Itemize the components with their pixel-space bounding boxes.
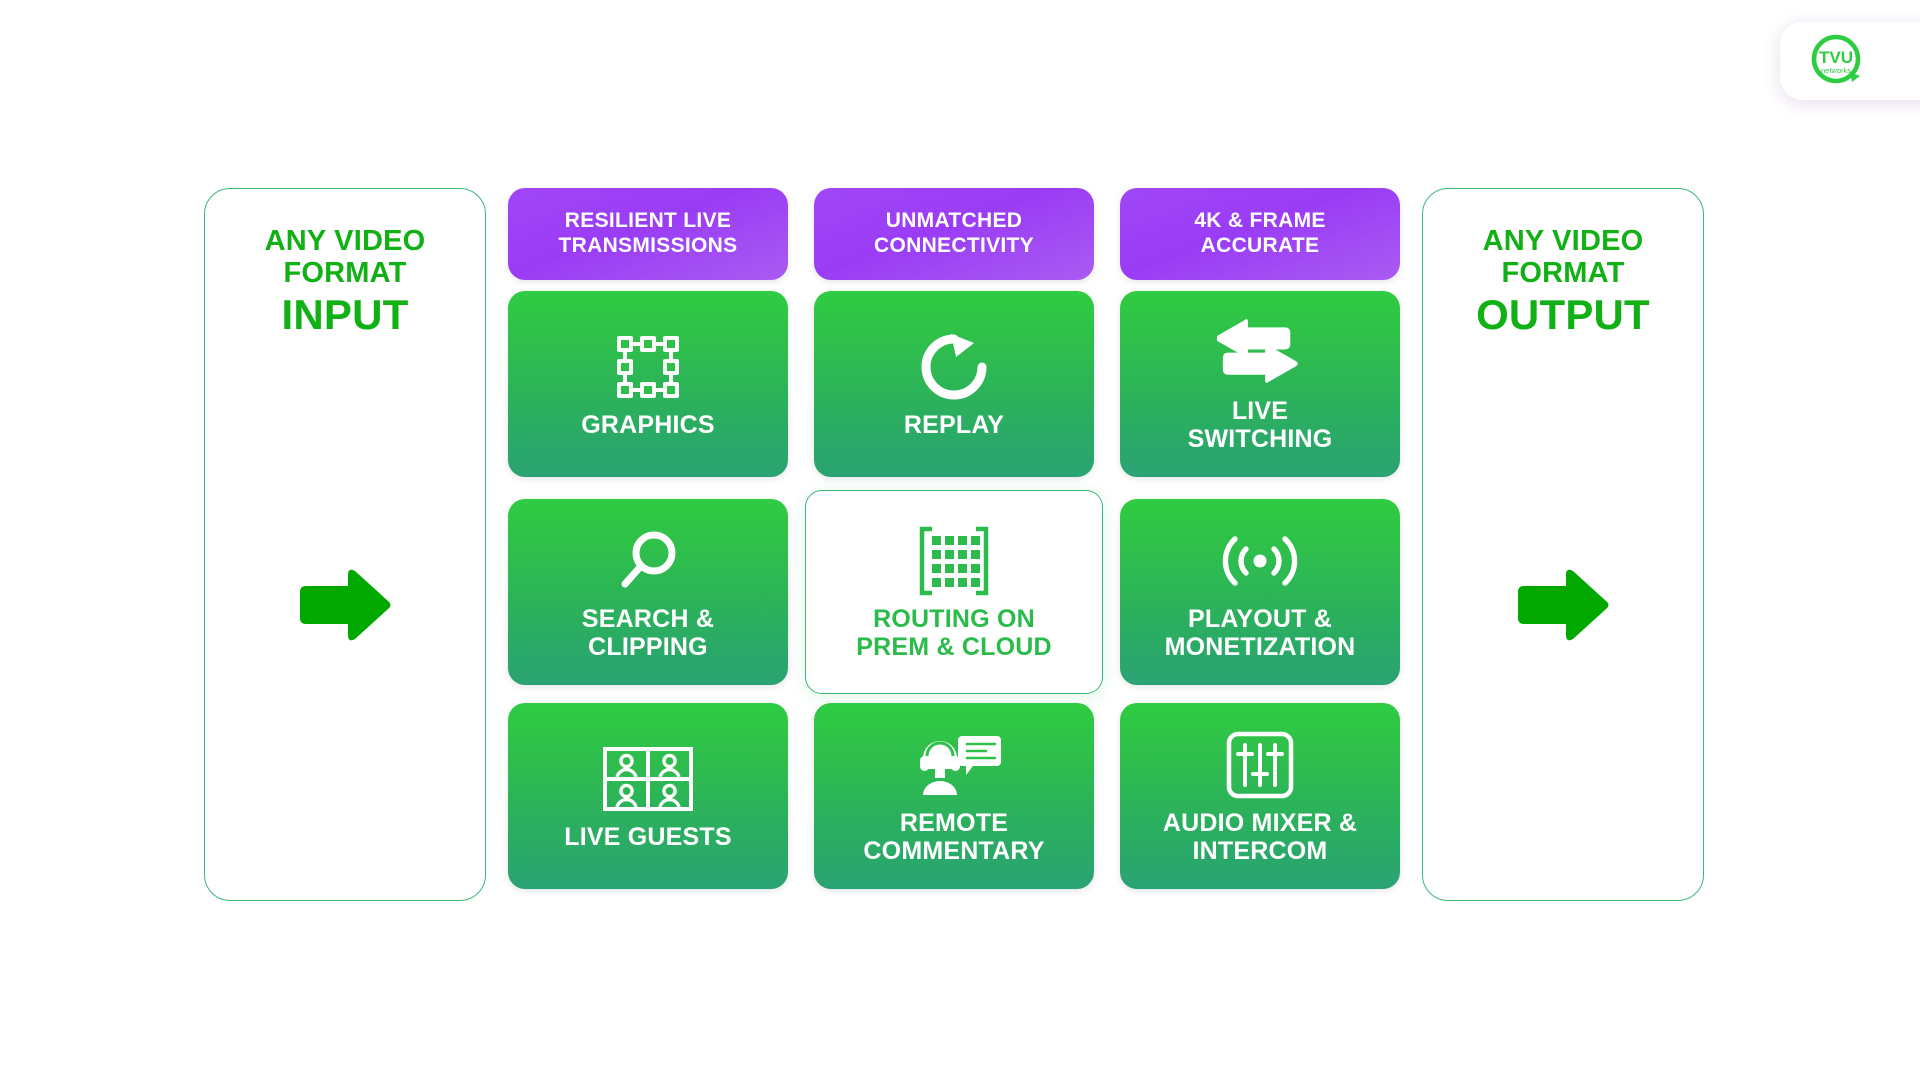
tile-graphics[interactable]: GRAPHICS [508,291,788,477]
workflow-diagram: ANY VIDEO FORMAT INPUT RESILIENT LIVE TR… [0,0,1920,1080]
tile-live-guests-label-line1: LIVE GUESTS [564,822,732,851]
category-header-2: UNMATCHED CONNECTIVITY [814,188,1094,280]
column-resilient-live-transmissions: RESILIENT LIVE TRANSMISSIONS GRAPHICS SE… [508,188,788,911]
tile-live-switching[interactable]: LIVE SWITCHING [1120,291,1400,477]
tile-live-switching-label: LIVE SWITCHING [1180,397,1341,454]
column-4k-and-frame-accurate: 4K & FRAME ACCURATE LIVE SWITCHING PLAYO… [1120,188,1400,911]
input-title-line1: ANY VIDEO [264,225,426,257]
tile-search-and-clipping[interactable]: SEARCH & CLIPPING [508,499,788,685]
tile-search-label-line2: CLIPPING [588,633,708,661]
tile-audio-mixer-label-line2: INTERCOM [1192,837,1328,865]
tile-routing-label-line2: PREM & CLOUD [856,633,1052,661]
tvu-networks-logo-icon: TVU networks [1808,32,1866,90]
tile-live-switching-label-line1: LIVE [1231,396,1289,425]
output-title-emphasis: OUTPUT [1476,290,1650,338]
tile-live-guests-label: LIVE GUESTS [556,823,740,852]
video-grid-icon [602,741,694,817]
category-header-1: RESILIENT LIVE TRANSMISSIONS [508,188,788,280]
category-header-1-line2: TRANSMISSIONS [558,234,738,257]
svg-text:networks: networks [1821,66,1851,75]
tile-routing-label: ROUTING ON PREM & CLOUD [848,605,1059,662]
input-arrow [205,566,485,644]
audio-faders-icon [1225,727,1295,803]
tile-live-guests[interactable]: LIVE GUESTS [508,703,788,889]
output-panel-title: ANY VIDEO FORMAT OUTPUT [1476,225,1650,337]
tile-graphics-label: GRAPHICS [573,411,723,440]
tile-search-label-line1: SEARCH & [581,604,715,633]
tile-remote-commentary-label: REMOTE COMMENTARY [855,809,1052,866]
tile-remote-label-line2: COMMENTARY [863,837,1045,865]
tile-replay-label-line1: REPLAY [903,410,1005,439]
column-unmatched-connectivity: UNMATCHED CONNECTIVITY REPLAY ROUTING ON… [805,188,1103,911]
input-title-line2: FORMAT [283,257,407,290]
selection-box-icon [612,329,684,405]
tile-live-switching-label-line2: SWITCHING [1187,425,1333,453]
output-title-line1: ANY VIDEO [1482,225,1644,257]
input-title-emphasis: INPUT [281,290,409,338]
category-header-2-line2: CONNECTIVITY [874,234,1034,257]
category-header-3: 4K & FRAME ACCURATE [1120,188,1400,280]
output-panel: ANY VIDEO FORMAT OUTPUT [1422,188,1704,901]
broadcast-signal-icon [1221,523,1299,599]
tile-playout-label-line1: PLAYOUT & [1188,604,1332,633]
headset-person-chat-icon [907,727,1001,803]
tile-remote-label-line1: REMOTE [899,808,1009,837]
replay-circle-arrow-icon [918,329,990,405]
tile-search-and-clipping-label: SEARCH & CLIPPING [574,605,722,662]
input-panel: ANY VIDEO FORMAT INPUT [204,188,486,901]
tile-replay-label: REPLAY [896,411,1012,440]
tile-playout-label-line2: MONETIZATION [1164,633,1356,661]
output-arrow [1423,566,1703,644]
tvu-logo-pill[interactable]: TVU networks [1780,22,1920,100]
tile-playout-and-monetization[interactable]: PLAYOUT & MONETIZATION [1120,499,1400,685]
magnifier-icon [613,523,683,599]
input-panel-title: ANY VIDEO FORMAT INPUT [265,225,426,337]
tile-replay[interactable]: REPLAY [814,291,1094,477]
arrow-right-icon [300,569,391,641]
tile-graphics-label-line1: GRAPHICS [581,410,715,439]
routing-matrix-icon [916,523,992,599]
tile-playout-label: PLAYOUT & MONETIZATION [1157,605,1364,662]
tile-routing-on-prem-and-cloud[interactable]: ROUTING ON PREM & CLOUD [805,490,1103,694]
category-header-2-line1: UNMATCHED [885,209,1023,233]
tile-audio-mixer-and-intercom[interactable]: AUDIO MIXER & INTERCOM [1120,703,1400,889]
tile-audio-mixer-label-line1: AUDIO MIXER & [1162,808,1358,837]
arrow-right-icon [1518,569,1609,641]
category-header-3-line2: ACCURATE [1200,234,1320,257]
output-title-line2: FORMAT [1501,257,1625,290]
switch-arrows-icon [1217,315,1303,391]
tile-remote-commentary[interactable]: REMOTE COMMENTARY [814,703,1094,889]
svg-text:TVU: TVU [1819,48,1853,67]
tile-audio-mixer-label: AUDIO MIXER & INTERCOM [1155,809,1365,866]
category-header-1-line1: RESILIENT LIVE [564,209,732,233]
category-header-3-line1: 4K & FRAME [1194,209,1326,233]
tile-routing-label-line1: ROUTING ON [873,604,1035,633]
